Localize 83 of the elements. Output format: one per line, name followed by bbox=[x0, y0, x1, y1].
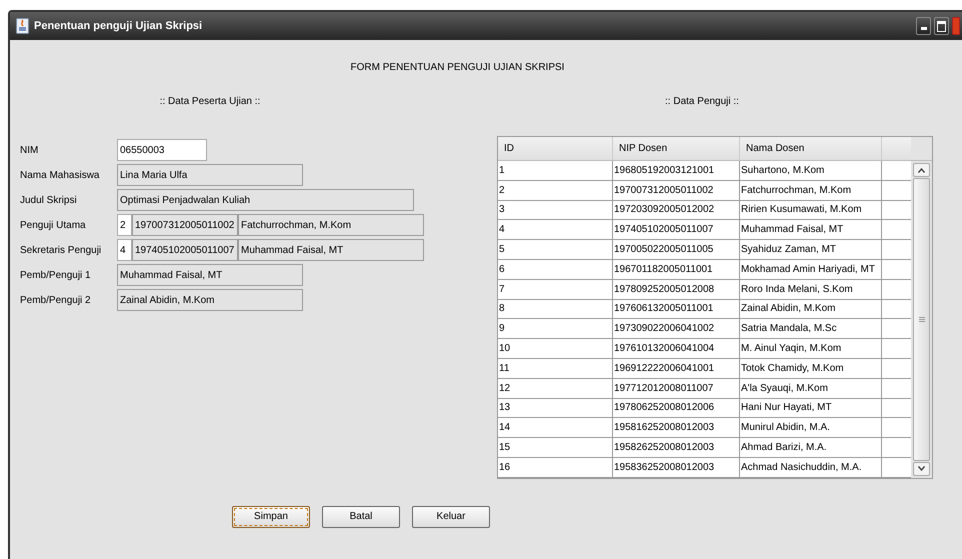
column-header: Nama Dosen bbox=[740, 137, 882, 160]
table-cell: 195816252008012003 bbox=[613, 418, 740, 438]
table-cell: 2 bbox=[498, 180, 613, 200]
table-cell: 195836252008012003 bbox=[613, 458, 740, 477]
table-cell: Zainal Abidin, M.Kom bbox=[740, 300, 882, 318]
table-cell: M. Ainul Yaqin, M.Kom bbox=[740, 339, 882, 358]
table-cell: 197712012008011007 bbox=[613, 378, 740, 398]
readonly-field: Zainal Abidin, M.Kom bbox=[117, 289, 303, 311]
name-field: Fatchurrochman, M.Kom bbox=[238, 214, 424, 236]
table-cell: 197809252005012008 bbox=[613, 280, 740, 299]
app-icon bbox=[16, 18, 29, 34]
table-cell: Achmad Nasichuddin, M.A. bbox=[740, 458, 882, 477]
readonly-field: Muhammad Faisal, MT bbox=[117, 264, 303, 286]
table-cell: 9 bbox=[498, 319, 613, 338]
readonly-field: Lina Maria Ulfa bbox=[117, 164, 303, 186]
table-cell: Hani Nur Hayati, MT bbox=[740, 398, 882, 418]
field-label: Sekretaris Penguji bbox=[20, 244, 102, 258]
table-cell: A'la Syauqi, M.Kom bbox=[740, 378, 882, 398]
table-cell: Fatchurrochman, M.Kom bbox=[740, 180, 882, 200]
text-field[interactable]: 06550003 bbox=[117, 139, 207, 161]
table-cell: 16 bbox=[498, 458, 613, 477]
table-cell: 197606132005011001 bbox=[613, 300, 740, 318]
table-cell: 8 bbox=[498, 300, 613, 318]
table-cell: Muhammad Faisal, MT bbox=[740, 220, 882, 240]
table-cell: Suhartono, M.Kom bbox=[740, 161, 882, 180]
table-cell: 197405102005011007 bbox=[613, 220, 740, 240]
form-title: FORM PENENTUAN PENGUJI UJIAN SKRIPSI bbox=[350, 62, 564, 73]
table-cell: 15 bbox=[498, 438, 613, 457]
field-label: Penguji Utama bbox=[20, 218, 87, 232]
table-cell: 6 bbox=[498, 260, 613, 279]
field-label: NIM bbox=[20, 144, 40, 158]
table-cell: 4 bbox=[498, 220, 613, 240]
field-label: Nama Mahasiswa bbox=[20, 168, 100, 182]
table-cell: Roro Inda Melani, S.Kom bbox=[740, 280, 882, 299]
section-heading: :: Data Peserta Ujian :: bbox=[160, 96, 260, 107]
maximize-button[interactable] bbox=[934, 17, 949, 35]
table-cell: 14 bbox=[498, 418, 613, 438]
table-cell: 10 bbox=[498, 339, 613, 358]
field-label: Pemb/Penguji 2 bbox=[20, 294, 92, 308]
grip-icon bbox=[918, 316, 924, 322]
table-cell: 196701182005011001 bbox=[613, 260, 740, 279]
table-cell: 11 bbox=[498, 358, 613, 378]
table-cell: Ahmad Barizi, M.A. bbox=[740, 438, 882, 457]
table-cell: Totok Chamidy, M.Kom bbox=[740, 358, 882, 378]
minimize-icon bbox=[920, 27, 926, 30]
dialog-button[interactable]: Simpan bbox=[232, 506, 310, 528]
table-cell: 196805192003121001 bbox=[613, 161, 740, 180]
table-cell: 195826252008012003 bbox=[613, 438, 740, 457]
dialog-button[interactable]: Keluar bbox=[412, 506, 490, 528]
table-cell: 197007312005011002 bbox=[613, 180, 740, 200]
id-field[interactable]: 4 bbox=[117, 239, 132, 261]
table-cell: Satria Mandala, M.Sc bbox=[740, 319, 882, 338]
table-cell: Ririen Kusumawati, M.Kom bbox=[740, 200, 882, 220]
table-cell: 13 bbox=[498, 398, 613, 418]
table-cell: Mokhamad Amin Hariyadi, MT bbox=[740, 260, 882, 279]
table-cell: 197610132006041004 bbox=[613, 339, 740, 358]
table-cell: 196912222006041001 bbox=[613, 358, 740, 378]
field-label: Judul Skripsi bbox=[20, 194, 78, 208]
table-cell: 7 bbox=[498, 280, 613, 299]
column-header: ID bbox=[498, 137, 613, 160]
field-label: Pemb/Penguji 1 bbox=[20, 268, 92, 282]
table-cell: 197309022006041002 bbox=[613, 319, 740, 338]
table-cell: 197806252008012006 bbox=[613, 398, 740, 418]
table-cell: Syahiduz Zaman, MT bbox=[740, 240, 882, 259]
minimize-button[interactable] bbox=[916, 17, 931, 35]
maximize-icon bbox=[937, 20, 946, 32]
table-cell: 5 bbox=[498, 240, 613, 259]
name-field: Muhammad Faisal, MT bbox=[238, 239, 424, 261]
table-cell: 197005022005011005 bbox=[613, 240, 740, 259]
nip-field: 197007312005011002 bbox=[132, 214, 238, 236]
readonly-field: Optimasi Penjadwalan Kuliah bbox=[117, 189, 414, 211]
section-heading: :: Data Penguji :: bbox=[665, 96, 739, 107]
id-field[interactable]: 2 bbox=[117, 214, 132, 236]
table-cell: 3 bbox=[498, 200, 613, 220]
table-cell: Munirul Abidin, M.A. bbox=[740, 418, 882, 438]
window-title: Penentuan penguji Ujian Skripsi bbox=[34, 18, 202, 34]
column-header: NIP Dosen bbox=[613, 137, 740, 160]
dialog-button[interactable]: Batal bbox=[322, 506, 400, 528]
table-cell: 1 bbox=[498, 161, 613, 180]
nip-field: 197405102005011007 bbox=[132, 239, 238, 261]
table-cell: 12 bbox=[498, 378, 613, 398]
table-cell: 197203092005012002 bbox=[613, 200, 740, 220]
scrollbar[interactable] bbox=[913, 163, 930, 476]
